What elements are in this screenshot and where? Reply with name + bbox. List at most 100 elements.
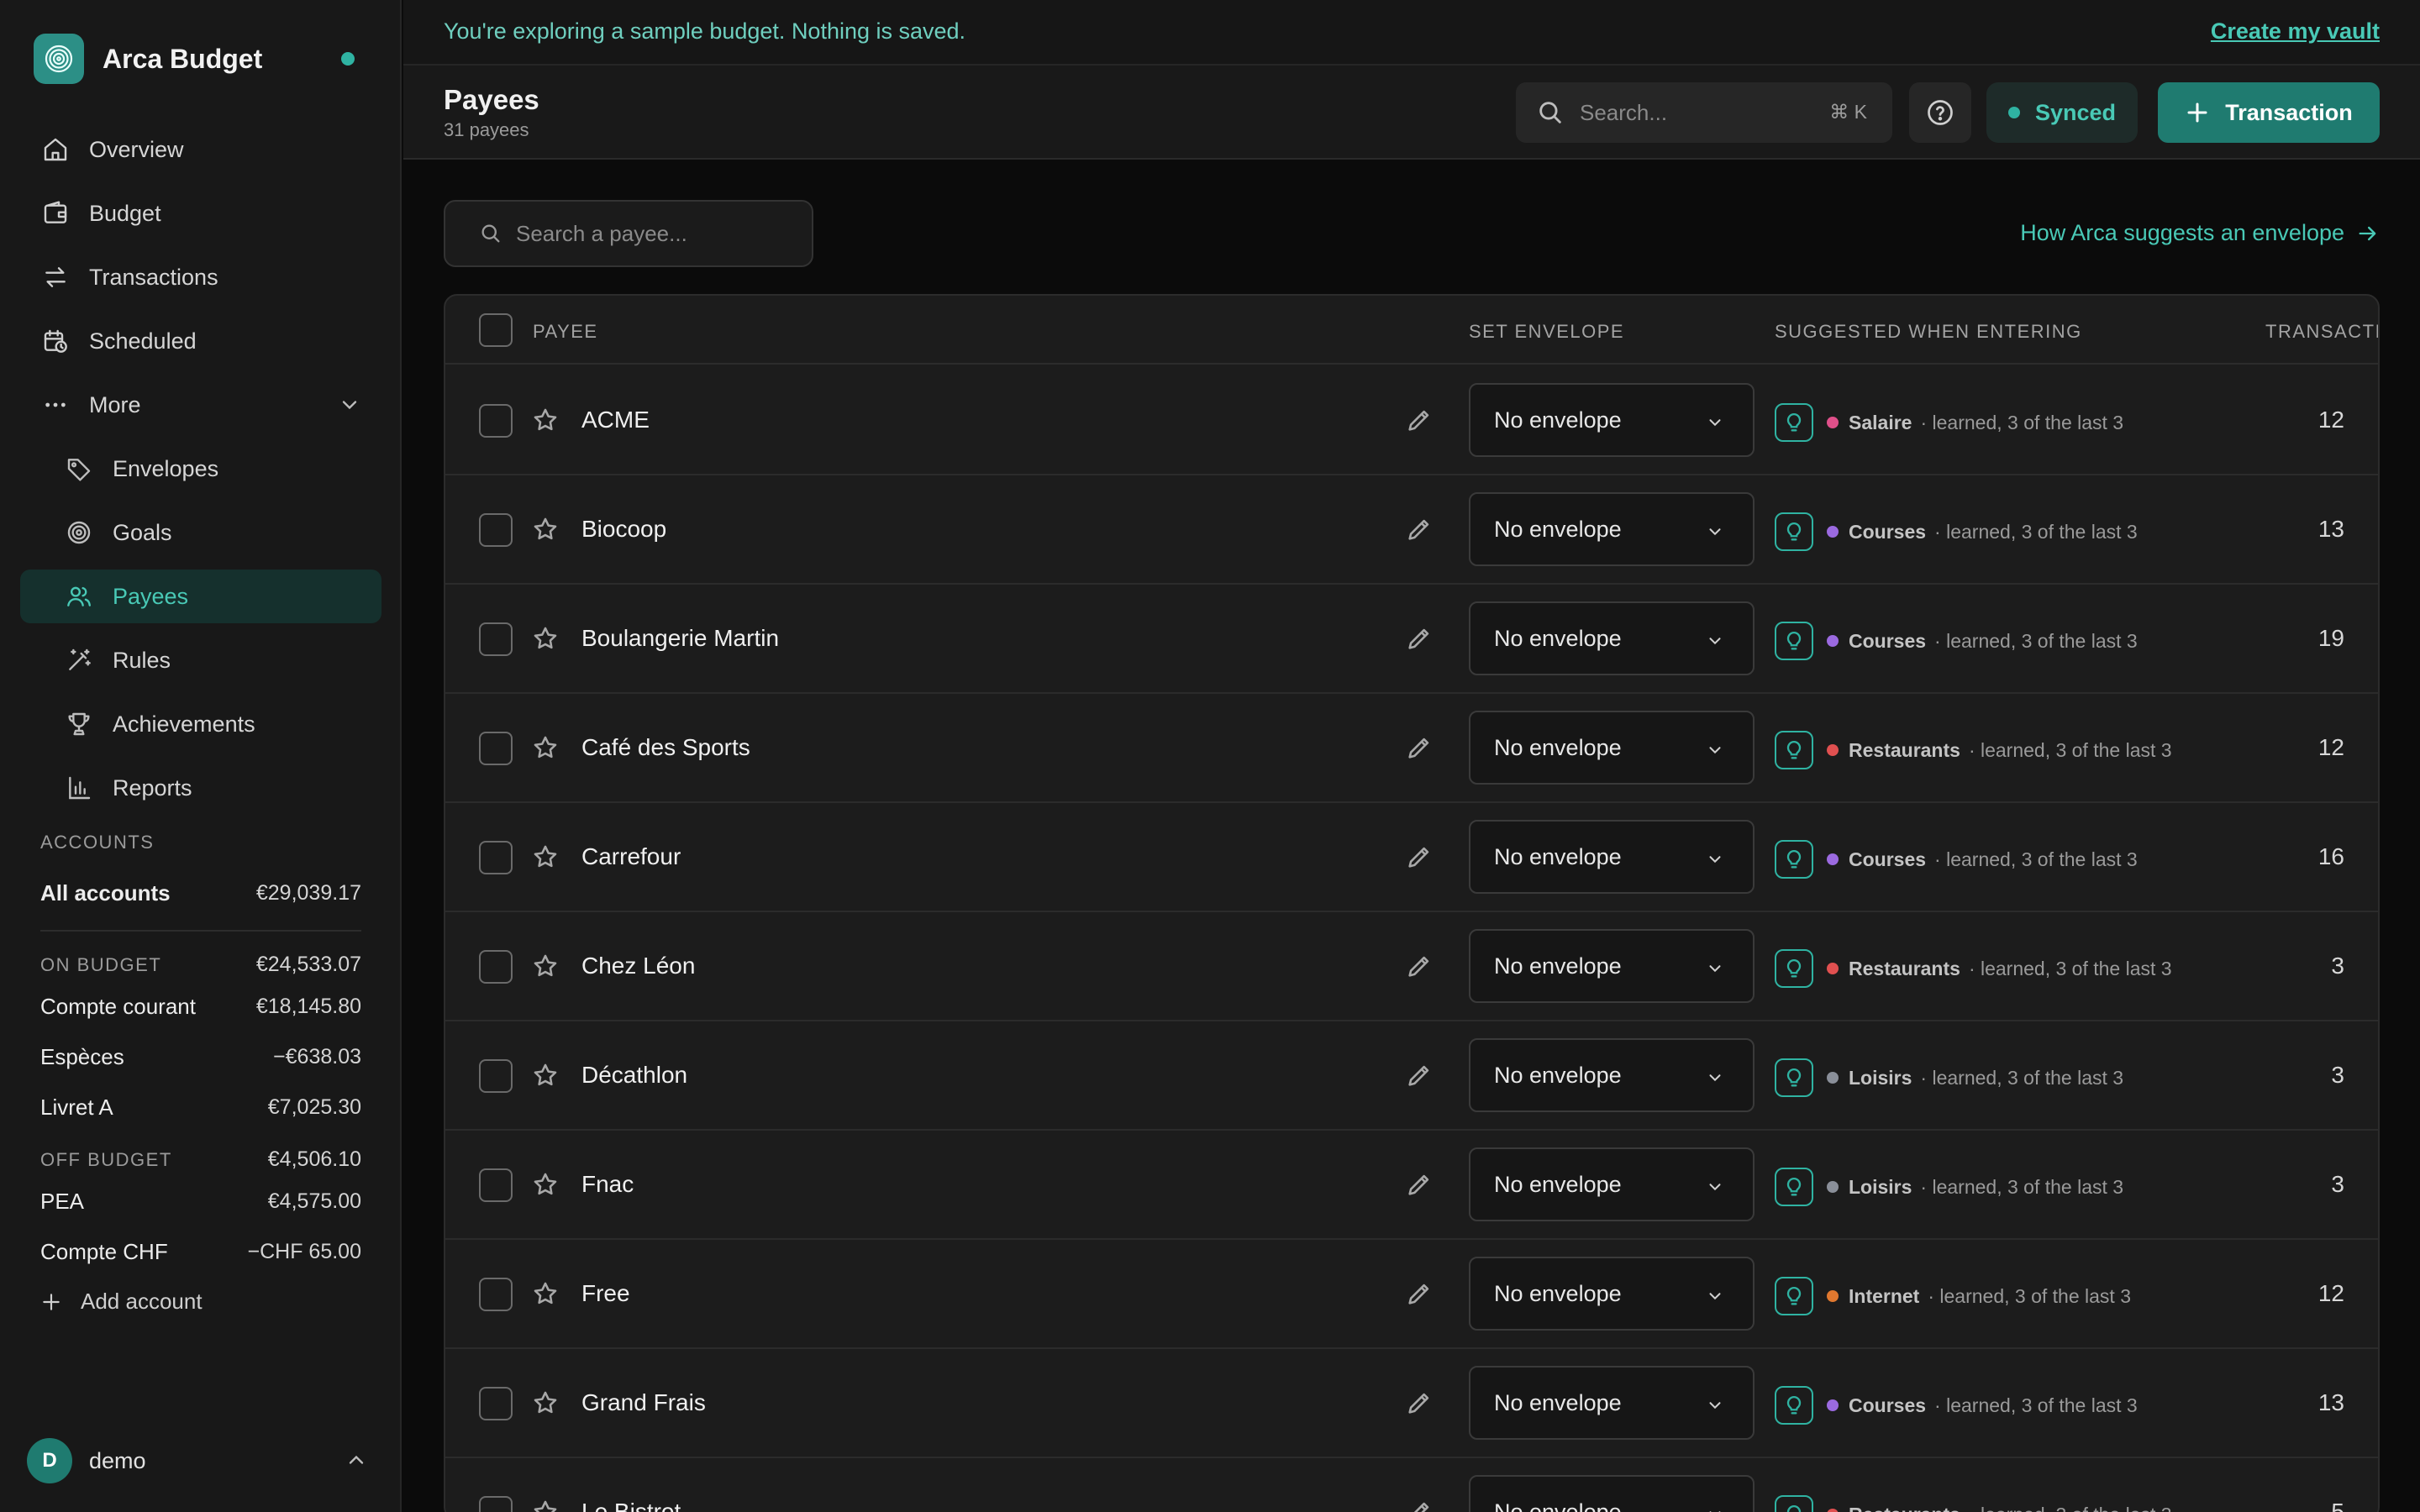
lightbulb-icon[interactable] (1775, 1058, 1813, 1097)
table-row[interactable]: Décathlon No envelope Loisirs · learned, 3 … (445, 1021, 2378, 1131)
column-transactions[interactable]: TRANSACTIONS (2265, 321, 2378, 343)
account-row[interactable]: Compte courant €18,145.80 (40, 994, 361, 1020)
row-checkbox[interactable] (479, 1496, 513, 1512)
edit-pencil-icon[interactable] (1405, 1389, 1434, 1417)
nav-item-reports[interactable]: Reports (20, 761, 381, 815)
star-icon[interactable] (531, 1389, 560, 1417)
envelope-select[interactable]: No envelope (1469, 1475, 1754, 1512)
star-icon[interactable] (531, 1061, 560, 1089)
nav-item-overview[interactable]: Overview (20, 123, 381, 176)
row-checkbox[interactable] (479, 404, 513, 438)
row-checkbox[interactable] (479, 1387, 513, 1420)
lightbulb-icon[interactable] (1775, 1168, 1813, 1206)
envelope-select[interactable]: No envelope (1469, 1366, 1754, 1440)
lightbulb-icon[interactable] (1775, 622, 1813, 660)
nav-item-achievements[interactable]: Achievements (20, 697, 381, 751)
account-row[interactable]: Compte CHF −CHF 65.00 (40, 1239, 361, 1265)
account-row[interactable]: PEA €4,575.00 (40, 1189, 361, 1215)
transaction-count: 13 (2317, 516, 2344, 542)
user-menu[interactable]: D demo (27, 1438, 375, 1483)
star-icon[interactable] (531, 515, 560, 543)
all-accounts-row[interactable]: All accounts €29,039.17 (40, 880, 361, 906)
lightbulb-icon[interactable] (1775, 731, 1813, 769)
envelope-select[interactable]: No envelope (1469, 1257, 1754, 1331)
nav-item-rules[interactable]: Rules (20, 633, 381, 687)
envelope-select[interactable]: No envelope (1469, 711, 1754, 785)
star-icon[interactable] (531, 952, 560, 980)
arrows-swap-icon (40, 262, 71, 292)
column-payee[interactable]: PAYEE (533, 321, 598, 343)
lightbulb-icon[interactable] (1775, 403, 1813, 442)
brand[interactable]: Arca Budget (34, 34, 262, 84)
edit-pencil-icon[interactable] (1405, 1170, 1434, 1199)
table-row[interactable]: Carrefour No envelope Courses · learned, 3 … (445, 803, 2378, 912)
star-icon[interactable] (531, 1498, 560, 1512)
add-account-button[interactable]: Add account (40, 1289, 203, 1315)
help-button[interactable] (1909, 82, 1971, 143)
nav-item-envelopes[interactable]: Envelopes (20, 442, 381, 496)
lightbulb-icon[interactable] (1775, 1386, 1813, 1425)
table-row[interactable]: Biocoop No envelope Courses · learned, 3 of… (445, 475, 2378, 585)
lightbulb-icon[interactable] (1775, 840, 1813, 879)
nav-item-payees[interactable]: Payees (20, 570, 381, 623)
envelope-select[interactable]: No envelope (1469, 820, 1754, 894)
lightbulb-icon[interactable] (1775, 949, 1813, 988)
edit-pencil-icon[interactable] (1405, 406, 1434, 434)
row-checkbox[interactable] (479, 1059, 513, 1093)
sync-status[interactable]: Synced (1986, 82, 2138, 143)
star-icon[interactable] (531, 1170, 560, 1199)
row-checkbox[interactable] (479, 513, 513, 547)
table-row[interactable]: Grand Frais No envelope Courses · learned, … (445, 1349, 2378, 1458)
table-row[interactable]: Le Bistrot No envelope Restaurants · learne… (445, 1458, 2378, 1512)
edit-pencil-icon[interactable] (1405, 733, 1434, 762)
row-checkbox[interactable] (479, 950, 513, 984)
envelope-select[interactable]: No envelope (1469, 1147, 1754, 1221)
row-checkbox[interactable] (479, 1278, 513, 1311)
star-icon[interactable] (531, 624, 560, 653)
edit-pencil-icon[interactable] (1405, 624, 1434, 653)
row-checkbox[interactable] (479, 622, 513, 656)
edit-pencil-icon[interactable] (1405, 843, 1434, 871)
edit-pencil-icon[interactable] (1405, 952, 1434, 980)
edit-pencil-icon[interactable] (1405, 1279, 1434, 1308)
table-row[interactable]: Café des Sports No envelope Restaurants · l… (445, 694, 2378, 803)
add-transaction-button[interactable]: Transaction (2158, 82, 2380, 143)
table-row[interactable]: Chez Léon No envelope Restaurants · learned… (445, 912, 2378, 1021)
edit-pencil-icon[interactable] (1405, 1498, 1434, 1512)
create-vault-link[interactable]: Create my vault (2211, 18, 2380, 45)
envelope-select[interactable]: No envelope (1469, 601, 1754, 675)
table-row[interactable]: Boulangerie Martin No envelope Courses · le… (445, 585, 2378, 694)
lightbulb-icon[interactable] (1775, 1277, 1813, 1315)
row-checkbox[interactable] (479, 1168, 513, 1202)
nav-item-more[interactable]: More (20, 378, 381, 432)
envelope-select[interactable]: No envelope (1469, 929, 1754, 1003)
lightbulb-icon[interactable] (1775, 512, 1813, 551)
global-search[interactable]: Search... ⌘ K (1516, 82, 1892, 143)
star-icon[interactable] (531, 406, 560, 434)
edit-pencil-icon[interactable] (1405, 515, 1434, 543)
account-row[interactable]: Livret A €7,025.30 (40, 1095, 361, 1121)
nav-item-scheduled[interactable]: Scheduled (20, 314, 381, 368)
star-icon[interactable] (531, 1279, 560, 1308)
envelope-value: No envelope (1494, 843, 1622, 869)
table-row[interactable]: ACME No envelope Salaire · learned, 3 of th… (445, 366, 2378, 475)
envelope-select[interactable]: No envelope (1469, 1038, 1754, 1112)
select-all-checkbox[interactable] (479, 313, 513, 347)
group-total: €4,506.10 (267, 1147, 361, 1171)
envelope-select[interactable]: No envelope (1469, 383, 1754, 457)
account-row[interactable]: Espèces −€638.03 (40, 1044, 361, 1070)
nav-item-goals[interactable]: Goals (20, 506, 381, 559)
how-suggest-link[interactable]: How Arca suggests an envelope (2020, 220, 2380, 246)
star-icon[interactable] (531, 843, 560, 871)
edit-pencil-icon[interactable] (1405, 1061, 1434, 1089)
star-icon[interactable] (531, 733, 560, 762)
nav-item-transactions[interactable]: Transactions (20, 250, 381, 304)
nav-item-budget[interactable]: Budget (20, 186, 381, 240)
payee-search-input[interactable]: Search a payee... (444, 200, 813, 267)
row-checkbox[interactable] (479, 732, 513, 765)
envelope-select[interactable]: No envelope (1469, 492, 1754, 566)
lightbulb-icon[interactable] (1775, 1495, 1813, 1512)
table-row[interactable]: Free No envelope Internet · learned, 3 of t… (445, 1240, 2378, 1349)
row-checkbox[interactable] (479, 841, 513, 874)
table-row[interactable]: Fnac No envelope Loisirs · learned, 3 of th… (445, 1131, 2378, 1240)
